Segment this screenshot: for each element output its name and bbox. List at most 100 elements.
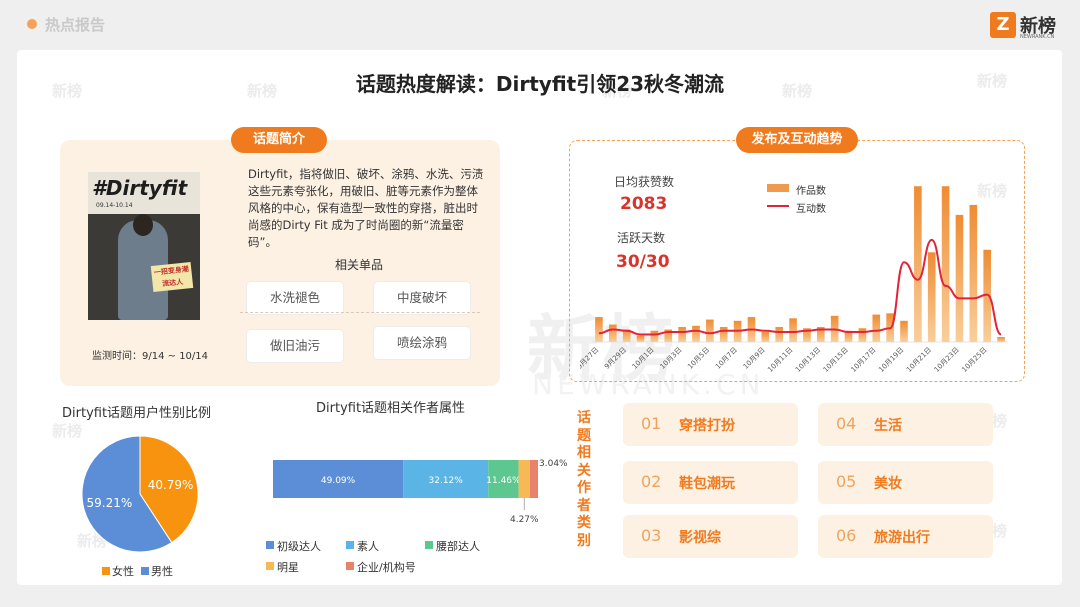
bar-works: [678, 327, 686, 342]
cover-sticker: 一招变身潮流达人: [150, 261, 194, 293]
bar-works: [636, 335, 645, 342]
x-tick-label: 10月1日: [631, 346, 656, 371]
related-items-title: 相关单品: [335, 258, 384, 272]
monitor-period: 监测时间：9/14 ~ 10/14: [92, 351, 209, 362]
tag-item: 喷绘涂鸦: [373, 326, 471, 360]
bar-works: [789, 318, 797, 342]
legend-swatch: [266, 541, 274, 549]
brand-sub: NEWRANK.CN: [1020, 34, 1055, 40]
legend-label: 明星: [277, 561, 299, 574]
trend-chart: 9月27日 9月29日 10月1日 10月3日 10月5日 10月7日 10月9日 10月11…: [580, 186, 1008, 374]
category-card: 02 鞋包潮玩: [623, 461, 798, 504]
legend-label: 腰部达人: [436, 540, 480, 553]
topic-intro-pill: 话题简介: [231, 127, 327, 153]
segment-label: 11.46%: [486, 476, 521, 486]
x-tick-label: 10月15日: [822, 346, 850, 374]
gender-pie-chart: 40.79% 59.21%: [81, 435, 199, 553]
category-card: 06 旅游出行: [818, 515, 993, 558]
bar-works: [761, 332, 770, 342]
bar-works: [997, 337, 1005, 342]
x-tick-label: 10月17日: [850, 346, 878, 374]
bar-works: [872, 314, 881, 342]
bar-works: [706, 319, 714, 342]
top-bar: 热点报告 Z 新榜 NEWRANK.CN: [0, 0, 1080, 50]
pie-label: 40.79%: [148, 478, 194, 492]
bar-works: [955, 214, 964, 342]
section-dot-icon: [27, 19, 37, 29]
category-card: 03 影视综: [623, 515, 798, 558]
pie-label: 59.21%: [87, 496, 133, 510]
cover-person-head: [133, 214, 153, 236]
topic-description: Dirtyfit，指将做旧、破坏、涂鸦、水洗、污渍这些元素夸张化，用破旧、脏等元…: [248, 167, 484, 249]
x-tick-label: 10月13日: [794, 346, 822, 374]
legend-female-swatch: [102, 567, 110, 575]
newrank-logo-icon: Z: [990, 12, 1016, 38]
segment-label: 32.12%: [429, 476, 464, 486]
brand-logo: Z 新榜 NEWRANK.CN: [990, 12, 1060, 42]
x-tick-label: 10月21日: [905, 346, 933, 374]
category-number: 01: [641, 414, 662, 433]
legend-female-label: 女性: [112, 565, 134, 578]
line-interactions: [598, 238, 1002, 336]
category-number: 03: [641, 526, 662, 545]
x-tick-label: 10月11日: [766, 346, 794, 374]
x-tick-label: 10月19日: [877, 346, 905, 374]
segment-label: 4.27%: [510, 515, 539, 525]
gender-chart-title: Dirtyfit话题用户性别比例: [62, 406, 212, 421]
legend-label: 初级达人: [277, 540, 321, 553]
bar-works: [719, 327, 728, 342]
bar-works: [650, 330, 659, 342]
stack-segment: [518, 460, 530, 498]
category-name: 旅游出行: [874, 530, 930, 546]
legend-label: 素人: [357, 540, 379, 553]
category-name: 穿搭打扮: [679, 418, 735, 434]
tag-item: 做旧油污: [246, 329, 344, 363]
bar-works: [692, 325, 700, 342]
legend-label: 企业/机构号: [357, 561, 416, 574]
category-card: 05 美妆: [818, 461, 993, 504]
legend-swatch: [346, 541, 354, 549]
bar-works: [927, 252, 936, 342]
x-tick-label: 10月7日: [714, 346, 739, 371]
category-card: 01 穿搭打扮: [623, 403, 798, 446]
category-number: 04: [836, 414, 857, 433]
category-number: 06: [836, 526, 857, 545]
creator-stacked-bar: 49.09% 32.12% 11.46% 4.27% 3.04%: [273, 459, 568, 525]
bar-works: [941, 186, 950, 342]
page-title: 话题热度解读：Dirtyfit引领23秋冬潮流: [355, 72, 725, 96]
x-tick-label: 10月25日: [960, 346, 988, 374]
x-tick-label: 10月5日: [686, 346, 711, 371]
legend-swatch: [346, 562, 354, 570]
x-tick-label: 9月27日: [580, 346, 600, 371]
segment-label: 3.04%: [539, 459, 568, 469]
legend-male-label: 男性: [151, 565, 173, 578]
section-title: 热点报告: [45, 16, 106, 34]
bar-works: [858, 328, 867, 342]
x-tick-label: 10月9日: [742, 346, 767, 371]
cover-date: 09.14-10.14: [96, 202, 133, 209]
bar-works: [914, 186, 922, 342]
bar-works: [608, 324, 617, 342]
bar-works: [595, 317, 603, 342]
topic-cover-image: #Dirtyfit 09.14-10.14 一招变身潮流达人: [88, 172, 200, 320]
x-tick-label: 10月3日: [659, 346, 684, 371]
tags-divider: [240, 312, 480, 313]
category-name: 影视综: [679, 530, 721, 546]
tag-item: 中度破坏: [373, 281, 471, 315]
legend-male-swatch: [141, 567, 149, 575]
tag-item: 水洗褪色: [246, 281, 344, 315]
segment-label: 49.09%: [321, 476, 356, 486]
cover-title: #Dirtyfit: [92, 176, 188, 200]
legend-swatch: [266, 562, 274, 570]
category-name: 美妆: [874, 476, 902, 492]
bar-works: [775, 327, 784, 342]
category-name: 生活: [874, 418, 902, 434]
category-name: 鞋包潮玩: [679, 476, 735, 492]
legend-swatch: [425, 541, 433, 549]
category-number: 05: [836, 472, 857, 491]
x-tick-label: 10月23日: [933, 346, 961, 374]
category-card: 04 生活: [818, 403, 993, 446]
x-tick-label: 9月29日: [603, 346, 628, 371]
category-number: 02: [641, 472, 662, 491]
creator-chart-title: Dirtyfit话题相关作者属性: [316, 401, 466, 416]
